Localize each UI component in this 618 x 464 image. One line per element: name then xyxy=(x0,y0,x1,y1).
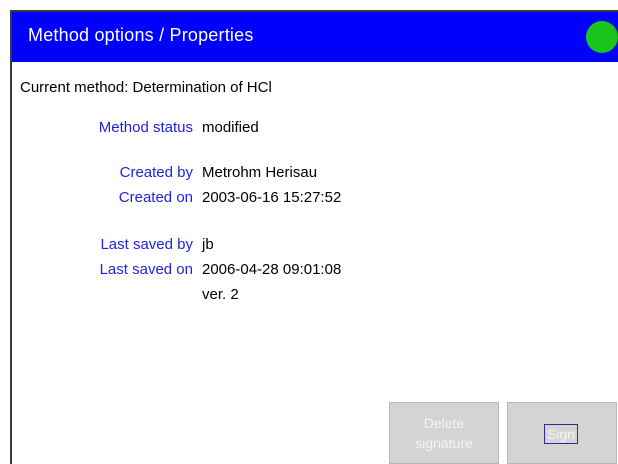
last-saved-by-value: jb xyxy=(202,236,214,253)
status-indicator-icon xyxy=(586,21,618,53)
created-on-value: 2003-06-16 15:27:52 xyxy=(202,189,342,206)
created-on-label: Created on xyxy=(118,189,193,206)
last-saved-on-row: Last saved on 2006-04-28 09:01:08 xyxy=(12,261,532,281)
window-title: Method options / Properties xyxy=(28,25,254,45)
method-status-row: Method status modified xyxy=(12,119,532,139)
last-saved-on-value: 2006-04-28 09:01:08 xyxy=(202,261,342,278)
current-method: Current method: Determination of HCl xyxy=(20,79,272,96)
method-status-label: Method status xyxy=(98,119,193,136)
method-status-value: modified xyxy=(202,119,259,136)
created-by-label: Created by xyxy=(119,164,193,181)
delete-signature-label-line1: Delete xyxy=(423,415,465,431)
created-by-row: Created by Metrohm Herisau xyxy=(12,164,532,184)
last-saved-by-label: Last saved by xyxy=(100,236,193,253)
created-on-row: Created on 2003-06-16 15:27:52 xyxy=(12,189,532,209)
delete-signature-button[interactable]: Delete signature xyxy=(389,402,499,464)
version-value: ver. 2 xyxy=(202,286,239,303)
method-properties-window: Method options / Properties Current meth… xyxy=(10,10,618,464)
sign-button-label: Sign xyxy=(544,424,579,444)
version-row: ver. 2 xyxy=(12,286,532,306)
last-saved-on-label: Last saved on xyxy=(99,261,193,278)
last-saved-by-row: Last saved by jb xyxy=(12,236,532,256)
delete-signature-label-line2: signature xyxy=(415,435,473,451)
title-bar: Method options / Properties xyxy=(12,12,618,62)
created-by-value: Metrohm Herisau xyxy=(202,164,318,181)
sign-button[interactable]: Sign xyxy=(507,402,617,464)
